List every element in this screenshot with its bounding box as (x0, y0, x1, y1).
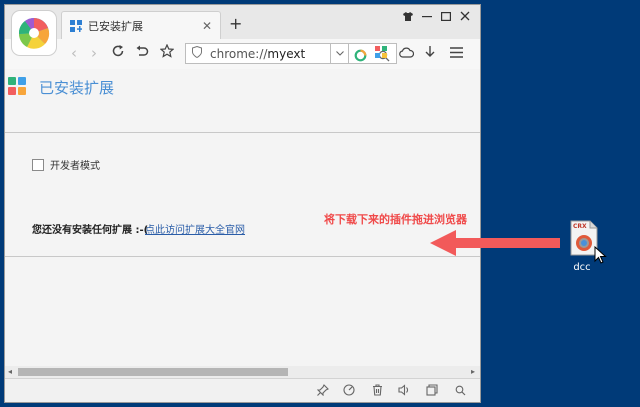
cloud-icon[interactable] (397, 44, 415, 62)
scroll-left-icon[interactable]: ◂ (8, 366, 12, 378)
volume-icon[interactable] (396, 384, 412, 400)
back-icon[interactable]: ‹ (65, 44, 83, 62)
extensions-logo-icon (8, 77, 26, 95)
tab-close-icon[interactable]: ✕ (200, 19, 214, 33)
address-bar[interactable]: chrome://myext (185, 43, 331, 64)
window-icon[interactable] (424, 384, 440, 400)
download-icon[interactable] (421, 44, 439, 62)
address-prefix: chrome:// (210, 46, 268, 61)
tab-title: 已安装扩展 (88, 19, 143, 33)
title-bar: 已安装扩展 ✕ + (5, 5, 480, 39)
address-url: chrome://myext (210, 47, 305, 61)
reload-icon[interactable] (109, 44, 127, 62)
divider (5, 132, 480, 133)
scroll-right-icon[interactable]: ▸ (471, 366, 475, 378)
speed-icon[interactable] (341, 384, 357, 400)
close-window-icon[interactable] (458, 11, 472, 24)
drag-hint-text: 将下载下来的插件拖进浏览器 (324, 213, 467, 226)
address-path: myext (267, 46, 306, 61)
developer-mode-toggle[interactable]: 开发者模式 (32, 157, 100, 172)
apps-icon[interactable] (372, 44, 390, 62)
zoom-icon[interactable] (452, 384, 468, 400)
skin-icon[interactable] (401, 11, 415, 24)
status-bar (5, 378, 480, 402)
page-header: 已安装扩展 (5, 69, 480, 103)
page-title: 已安装扩展 (39, 79, 115, 97)
browser-logo-icon (18, 18, 50, 49)
forward-icon[interactable]: › (85, 44, 103, 62)
new-tab-button[interactable]: + (229, 14, 242, 33)
minimize-icon[interactable] (420, 11, 434, 24)
drag-arrow-icon (430, 230, 560, 256)
divider (5, 256, 480, 257)
developer-mode-checkbox[interactable] (32, 158, 44, 171)
undo-close-icon[interactable] (133, 44, 151, 62)
toolbar: ‹ › chrome://myext (5, 39, 480, 70)
extension-gallery-link[interactable]: 点此访问扩展大全官网 (145, 221, 245, 236)
address-dropdown-icon[interactable] (331, 43, 349, 64)
scrollbar-thumb[interactable] (18, 368, 288, 376)
pin-icon[interactable] (315, 384, 331, 400)
crx-badge: CRX (573, 223, 587, 230)
search-engine-icon (354, 47, 367, 66)
trash-icon[interactable] (369, 384, 385, 400)
menu-icon[interactable] (447, 44, 465, 62)
tab-installed-extensions[interactable]: 已安装扩展 ✕ (61, 11, 221, 39)
file-label: dcc (573, 262, 591, 273)
star-icon[interactable] (158, 43, 176, 62)
horizontal-scrollbar[interactable]: ◂ ▸ (5, 366, 480, 378)
browser-logo[interactable] (12, 11, 56, 55)
maximize-icon[interactable] (439, 11, 453, 24)
shield-icon (192, 45, 206, 61)
developer-mode-label: 开发者模式 (50, 161, 100, 172)
empty-message: 您还没有安装任何扩展 :-( (32, 225, 149, 236)
browser-window: 已安装扩展 ✕ + ‹ › chrome://myext 已安装扩展 开发者模式… (4, 4, 481, 403)
extensions-icon (70, 19, 82, 32)
